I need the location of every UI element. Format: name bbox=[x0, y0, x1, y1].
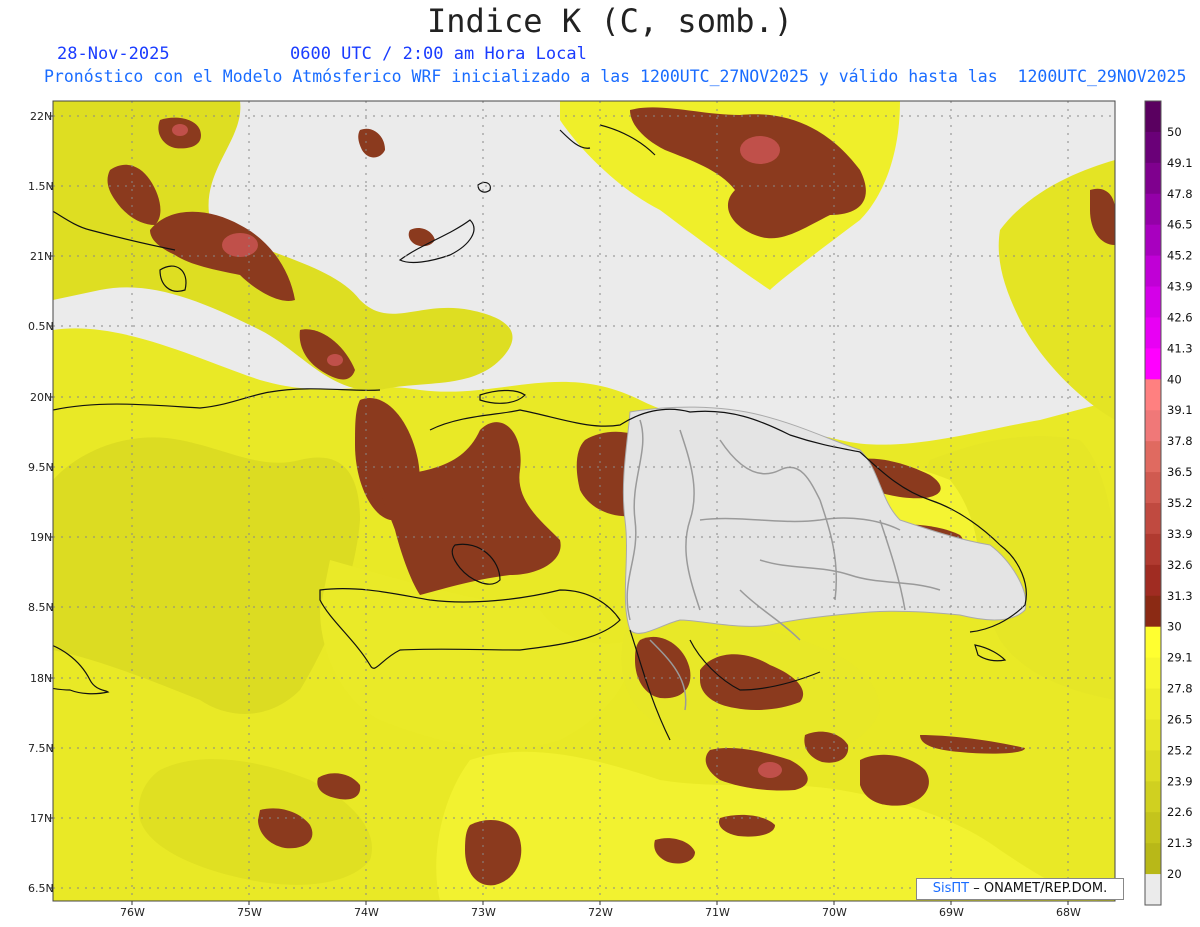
colorbar-label: 23.9 bbox=[1167, 774, 1193, 788]
colorbar-swatch bbox=[1145, 472, 1161, 504]
colorbar-label: 26.5 bbox=[1167, 712, 1193, 726]
colorbar-swatch bbox=[1145, 564, 1161, 597]
colorbar-label: 33.9 bbox=[1167, 527, 1193, 541]
lon-label: 76W bbox=[120, 906, 145, 919]
colorbar-label: 49.1 bbox=[1167, 156, 1193, 170]
colorbar-label: 25.2 bbox=[1167, 743, 1193, 757]
colorbar-label: 29.1 bbox=[1167, 651, 1193, 665]
credit-box: SisПT – ONAMET/REP.DOM. bbox=[916, 878, 1124, 900]
colorbar-swatch bbox=[1145, 224, 1161, 257]
colorbar-swatch bbox=[1145, 101, 1161, 133]
lat-label: 19N bbox=[30, 531, 52, 544]
colorbar-label: 35.2 bbox=[1167, 496, 1193, 510]
colorbar-swatch bbox=[1145, 131, 1161, 164]
lat-label: 18N bbox=[30, 672, 52, 685]
lat-label: 22N bbox=[30, 110, 52, 123]
colorbar-label: 27.8 bbox=[1167, 682, 1193, 696]
colorbar-label: 42.6 bbox=[1167, 310, 1193, 324]
lat-label: 21N bbox=[30, 250, 52, 263]
lon-label: 68W bbox=[1056, 906, 1081, 919]
colorbar-label: 32.6 bbox=[1167, 558, 1193, 572]
colorbar-swatch bbox=[1145, 286, 1161, 318]
colorbar-label: 20 bbox=[1167, 867, 1182, 881]
colorbar-swatch bbox=[1145, 193, 1161, 226]
plot-area bbox=[53, 101, 1115, 901]
colorbar-swatch bbox=[1145, 750, 1161, 782]
lon-label: 70W bbox=[822, 906, 847, 919]
colorbar-label: 41.3 bbox=[1167, 341, 1193, 355]
colorbar-swatch bbox=[1145, 255, 1161, 288]
latitude-axis: 22N 1.5N 21N 0.5N 20N 9.5N 19N 8.5N 18N … bbox=[28, 110, 54, 895]
lon-label: 73W bbox=[471, 906, 496, 919]
colorbar-label: 45.2 bbox=[1167, 249, 1193, 263]
colorbar-swatch bbox=[1145, 379, 1161, 411]
longitude-axis: 76W 75W 74W 73W 72W 71W 70W 69W 68W bbox=[120, 901, 1081, 919]
colorbar-swatch bbox=[1145, 410, 1161, 442]
colorbar-label: 43.9 bbox=[1167, 280, 1193, 294]
colorbar-label: 47.8 bbox=[1167, 187, 1193, 201]
colorbar-swatch bbox=[1145, 503, 1161, 535]
lon-label: 72W bbox=[588, 906, 613, 919]
k-index-map: 22N 1.5N 21N 0.5N 20N 9.5N 19N 8.5N 18N … bbox=[28, 100, 1193, 919]
colorbar-swatch bbox=[1145, 874, 1161, 906]
sispi-logo: SisПT bbox=[932, 881, 970, 896]
lon-label: 71W bbox=[705, 906, 730, 919]
colorbar-swatch bbox=[1145, 719, 1161, 751]
lat-label: 20N bbox=[30, 391, 52, 404]
colorbar-label: 21.3 bbox=[1167, 836, 1193, 850]
colorbar-swatch bbox=[1145, 688, 1161, 720]
colorbar-label: 37.8 bbox=[1167, 434, 1193, 448]
lon-label: 75W bbox=[237, 906, 262, 919]
colorbar-swatch bbox=[1145, 657, 1161, 690]
colorbar-swatch bbox=[1145, 441, 1161, 473]
colorbar-label: 40 bbox=[1167, 372, 1182, 386]
colorbar-swatch bbox=[1145, 781, 1161, 813]
colorbar-label: 39.1 bbox=[1167, 403, 1193, 417]
lat-label: 17N bbox=[30, 812, 52, 825]
colorbar-label: 46.5 bbox=[1167, 218, 1193, 232]
colorbar-label: 31.3 bbox=[1167, 589, 1193, 603]
colorbar: 50 49.1 47.8 46.5 45.2 43.9 42.6 41.3 40 39.1 37.8… bbox=[1144, 100, 1193, 906]
colorbar-swatch bbox=[1145, 348, 1161, 380]
colorbar-swatch bbox=[1145, 317, 1161, 349]
colorbar-swatch bbox=[1145, 533, 1161, 566]
colorbar-label: 50 bbox=[1167, 125, 1182, 139]
colorbar-swatch bbox=[1145, 162, 1161, 195]
colorbar-swatch bbox=[1145, 812, 1161, 844]
credit-text: – ONAMET/REP.DOM. bbox=[973, 881, 1108, 896]
colorbar-label: 22.6 bbox=[1167, 805, 1193, 819]
colorbar-swatch bbox=[1145, 595, 1161, 628]
colorbar-swatch bbox=[1145, 626, 1161, 659]
colorbar-label: 30 bbox=[1167, 620, 1182, 634]
colorbar-label: 36.5 bbox=[1167, 465, 1193, 479]
lon-label: 74W bbox=[354, 906, 379, 919]
colorbar-swatch bbox=[1145, 843, 1161, 875]
lon-label: 69W bbox=[939, 906, 964, 919]
